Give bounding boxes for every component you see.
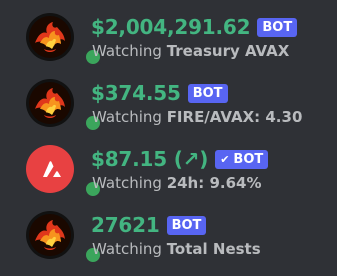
activity-status: Watching Treasury AVAX bbox=[92, 42, 290, 60]
checkmark-icon: ✔ bbox=[220, 152, 230, 166]
member-item[interactable]: $87.15 (↗) ✔ BOT Watching 24h: 9.64% bbox=[0, 142, 337, 199]
avalanche-logo-icon bbox=[26, 145, 74, 193]
member-name[interactable]: $87.15 (↗) bbox=[91, 147, 208, 171]
bot-tag: BOT bbox=[187, 83, 228, 103]
avatar[interactable] bbox=[26, 13, 103, 67]
member-item[interactable]: $374.55 BOT Watching FIRE/AVAX: 4.30 bbox=[0, 76, 337, 133]
avatar[interactable] bbox=[26, 211, 103, 265]
avatar[interactable] bbox=[26, 145, 103, 199]
activity-status: Watching 24h: 9.64% bbox=[92, 174, 262, 192]
member-name[interactable]: 27621 bbox=[91, 213, 160, 237]
member-item[interactable]: $2,004,291.62 BOT Watching Treasury AVAX bbox=[0, 10, 337, 67]
phoenix-fire-icon bbox=[26, 13, 74, 61]
phoenix-fire-icon bbox=[26, 79, 74, 127]
activity-status: Watching Total Nests bbox=[92, 240, 261, 258]
member-list: $2,004,291.62 BOT Watching Treasury AVAX… bbox=[0, 0, 337, 276]
phoenix-fire-icon bbox=[26, 211, 74, 259]
verified-bot-tag: ✔ BOT bbox=[215, 149, 269, 169]
member-name[interactable]: $374.55 bbox=[91, 81, 181, 105]
member-name[interactable]: $2,004,291.62 bbox=[91, 15, 251, 39]
avatar[interactable] bbox=[26, 79, 103, 133]
bot-tag: BOT bbox=[166, 215, 207, 235]
activity-status: Watching FIRE/AVAX: 4.30 bbox=[92, 108, 303, 126]
bot-tag: BOT bbox=[257, 17, 298, 37]
member-item[interactable]: 27621 BOT Watching Total Nests bbox=[0, 208, 337, 265]
